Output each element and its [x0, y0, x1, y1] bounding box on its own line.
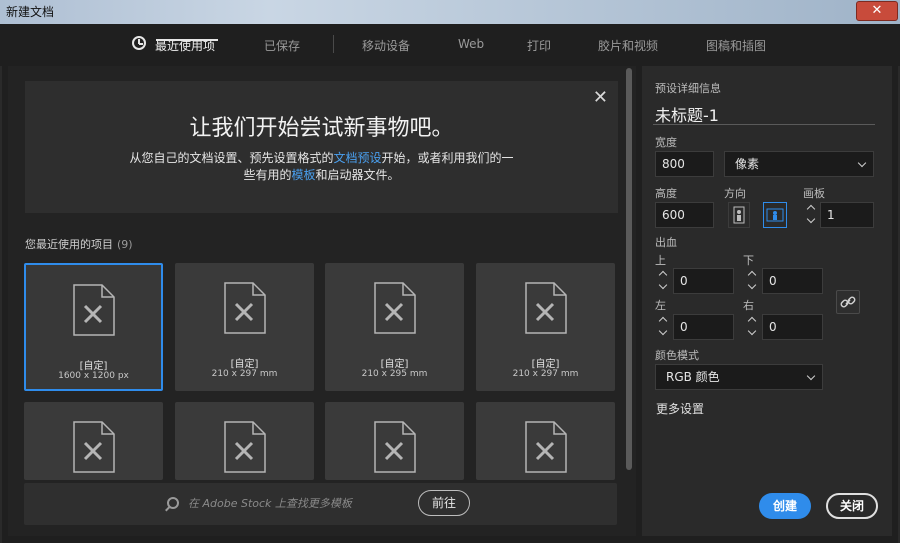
window-close-button[interactable]: ✕ — [856, 1, 898, 21]
document-icon — [72, 284, 115, 336]
tab-web[interactable]: Web — [458, 37, 484, 51]
welcome-banner: 让我们开始尝试新事物吧。 从您自己的文档设置、预先设置格式的文档预设开始，或者利… — [25, 81, 618, 213]
link-bleed-button[interactable] — [836, 290, 860, 314]
tab-film-video[interactable]: 胶片和视频 — [598, 37, 658, 54]
banner-text-line-1: 从您自己的文档设置、预先设置格式的文档预设开始，或者利用我们的一 — [25, 149, 618, 166]
banner-text: 和启动器文件。 — [315, 168, 400, 182]
item-name: [自定] — [79, 361, 108, 372]
recent-item-1[interactable]: [自定] 1600 x 1200 px — [24, 263, 163, 391]
color-mode-select[interactable]: RGB 颜色 — [655, 364, 823, 390]
artboards-input[interactable]: 1 — [820, 202, 874, 228]
width-input[interactable]: 800 — [655, 151, 714, 177]
unit-value: 像素 — [735, 157, 760, 171]
artboards-stepper[interactable] — [806, 204, 816, 226]
tab-art-illustration[interactable]: 图稿和插图 — [706, 37, 766, 54]
unit-select[interactable]: 像素 — [724, 151, 874, 177]
bleed-top-stepper[interactable] — [658, 270, 668, 292]
banner-text-line-2: 些有用的模板和启动器文件。 — [25, 166, 618, 183]
more-settings-link[interactable]: 更多设置 — [656, 400, 704, 417]
document-name-field[interactable]: 未标题-1 — [655, 102, 719, 126]
chevron-down-icon — [806, 371, 816, 381]
search-icon — [167, 497, 179, 509]
document-icon — [223, 421, 266, 473]
banner-close-icon[interactable]: ✕ — [593, 87, 608, 108]
document-name-underline — [653, 124, 875, 125]
stock-search-input[interactable]: 在 Adobe Stock 上查找更多模板 — [188, 495, 410, 513]
create-button[interactable]: 创建 — [759, 493, 811, 519]
go-button[interactable]: 前往 — [418, 490, 470, 516]
item-size: 210 x 295 mm — [361, 369, 428, 379]
bleed-left-input[interactable]: 0 — [673, 314, 734, 340]
recent-item-7[interactable] — [325, 402, 464, 480]
width-label: 宽度 — [655, 136, 677, 149]
item-name: [自定] — [531, 359, 560, 370]
document-icon — [373, 421, 416, 473]
landscape-icon — [766, 208, 784, 222]
bleed-bottom-label: 下 — [743, 254, 754, 267]
bleed-top-label: 上 — [655, 254, 666, 267]
chain-link-icon — [840, 296, 856, 308]
templates-link[interactable]: 模板 — [291, 168, 315, 182]
item-size: 210 x 297 mm — [211, 369, 278, 379]
recent-items-count: (9) — [117, 238, 133, 251]
color-mode-label: 颜色模式 — [655, 349, 699, 362]
height-label: 高度 — [655, 187, 677, 200]
portrait-icon — [733, 206, 745, 224]
orientation-label: 方向 — [724, 187, 746, 200]
tab-saved[interactable]: 已保存 — [264, 37, 300, 54]
preset-details-label: 预设详细信息 — [655, 82, 721, 95]
recent-scrollbar[interactable] — [626, 68, 632, 470]
tab-separator — [333, 35, 334, 53]
recent-item-8[interactable] — [476, 402, 615, 480]
bleed-right-stepper[interactable] — [747, 316, 757, 338]
item-size: 1600 x 1200 px — [58, 371, 129, 381]
portrait-orientation-button[interactable] — [728, 202, 750, 228]
recent-item-2[interactable]: [自定] 210 x 297 mm — [175, 263, 314, 391]
document-icon — [524, 282, 567, 334]
color-mode-value: RGB 颜色 — [666, 370, 720, 384]
tab-print[interactable]: 打印 — [527, 37, 551, 54]
tab-mobile[interactable]: 移动设备 — [362, 37, 410, 54]
document-icon — [223, 282, 266, 334]
recent-item-3[interactable]: [自定] 210 x 295 mm — [325, 263, 464, 391]
banner-text: 从您自己的文档设置、预先设置格式的 — [129, 151, 334, 165]
item-name: [自定] — [380, 359, 409, 370]
bleed-left-stepper[interactable] — [658, 316, 668, 338]
banner-text: 开始，或者利用我们的一 — [381, 151, 514, 165]
artboards-label: 画板 — [803, 187, 825, 200]
banner-text: 些有用的 — [243, 168, 292, 182]
recent-item-6[interactable] — [175, 402, 314, 480]
document-icon — [524, 421, 567, 473]
bleed-right-label: 右 — [743, 299, 754, 312]
document-icon — [373, 282, 416, 334]
bleed-bottom-stepper[interactable] — [747, 270, 757, 292]
clock-icon — [132, 36, 146, 50]
recent-items-label: 您最近使用的项目 — [25, 238, 113, 251]
close-button[interactable]: 关闭 — [826, 493, 878, 519]
chevron-down-icon — [857, 158, 867, 168]
bleed-bottom-input[interactable]: 0 — [762, 268, 823, 294]
bleed-label: 出血 — [655, 236, 677, 249]
title-bar: 新建文档 ✕ — [0, 0, 900, 24]
window-title: 新建文档 — [6, 5, 55, 19]
document-icon — [72, 421, 115, 473]
active-tab-indicator — [156, 39, 218, 41]
recent-items-heading: 您最近使用的项目 (9) — [25, 236, 133, 252]
height-input[interactable]: 600 — [655, 202, 714, 228]
landscape-orientation-button[interactable] — [763, 202, 787, 228]
bleed-top-input[interactable]: 0 — [673, 268, 734, 294]
bleed-right-input[interactable]: 0 — [762, 314, 823, 340]
recent-item-4[interactable]: [自定] 210 x 297 mm — [476, 263, 615, 391]
bleed-left-label: 左 — [655, 299, 666, 312]
banner-title: 让我们开始尝试新事物吧。 — [189, 116, 454, 141]
recent-item-5[interactable] — [24, 402, 163, 480]
item-name: [自定] — [230, 359, 259, 370]
item-size: 210 x 297 mm — [512, 369, 579, 379]
document-presets-link[interactable]: 文档预设 — [333, 151, 381, 165]
